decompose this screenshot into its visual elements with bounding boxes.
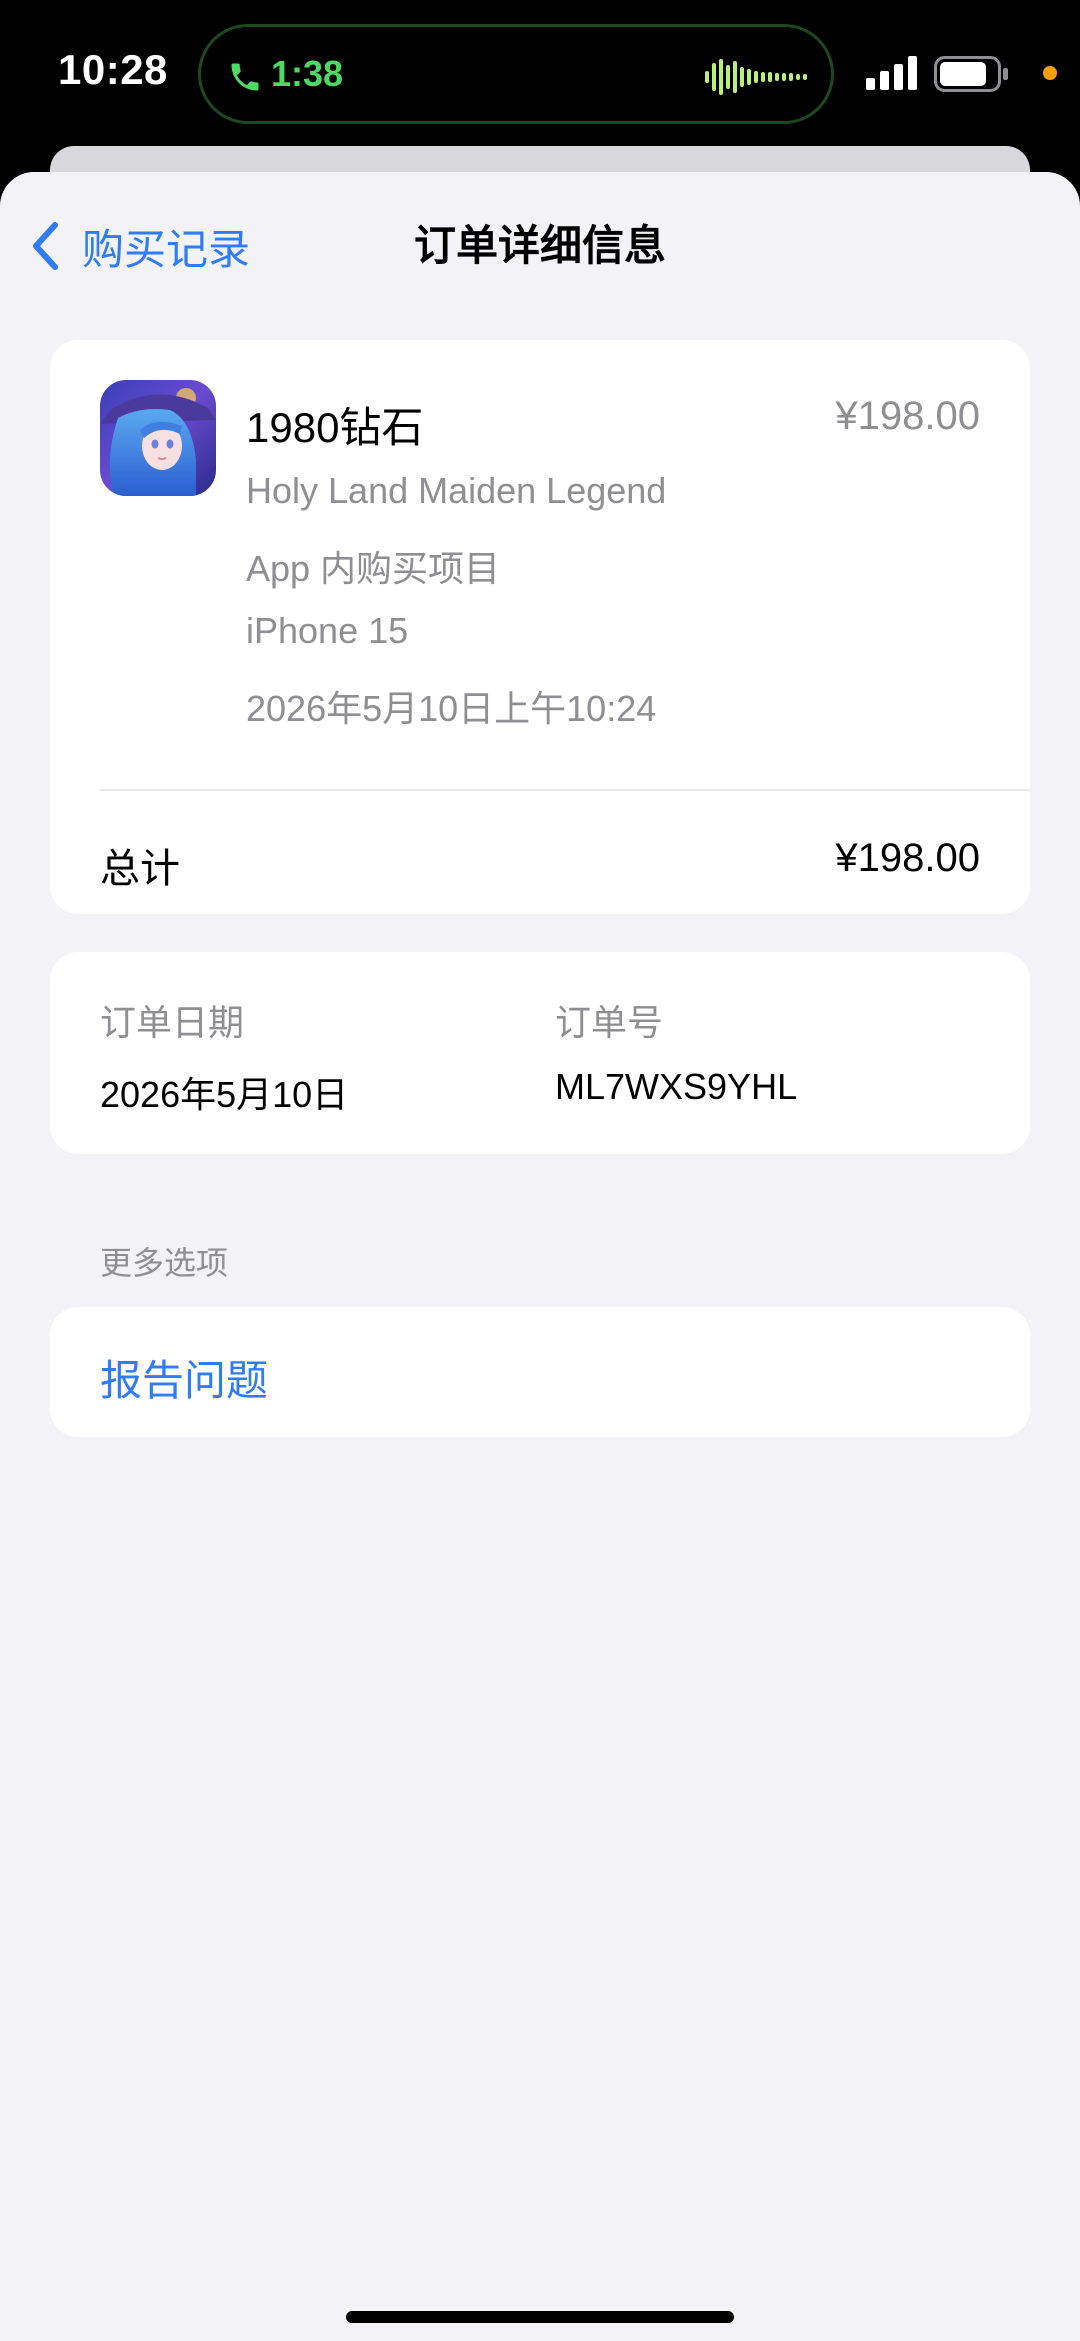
page-title: 订单详细信息 [413, 222, 666, 269]
battery-icon [934, 56, 1008, 92]
status-time: 10:28 [58, 46, 168, 93]
item-name: 1980钻石 [246, 404, 424, 451]
audio-waveform-icon [705, 59, 807, 95]
order-number-label: 订单号 [555, 1002, 664, 1043]
status-bar: 10:28 1:38 [0, 0, 1080, 150]
order-info-card: 订单日期 2026年5月10日 订单号 ML7WXS9YHL [50, 952, 1030, 1154]
order-number-value: ML7WXS9YHL [555, 1066, 798, 1107]
dynamic-island-call[interactable]: 1:38 [198, 24, 834, 124]
order-date-value: 2026年5月10日 [100, 1074, 349, 1115]
order-date-label: 订单日期 [100, 1002, 245, 1043]
total-value: ¥198.00 [835, 836, 980, 880]
divider [100, 789, 1030, 791]
app-icon[interactable] [100, 380, 216, 496]
home-indicator[interactable] [346, 2311, 734, 2323]
screen: 10:28 1:38 购买记录 订单详细信息 1980钻石 ¥198.00 Ho… [0, 0, 1080, 2341]
report-problem-card[interactable]: 报告问题 [50, 1307, 1030, 1437]
more-options-header: 更多选项 [100, 1245, 229, 1281]
purchase-datetime: 2026年5月10日上午10:24 [246, 688, 657, 729]
total-label: 总计 [100, 847, 180, 891]
purchase-item-card: 1980钻石 ¥198.00 Holy Land Maiden Legend A… [50, 340, 1030, 914]
report-problem-button[interactable]: 报告问题 [100, 1347, 268, 1408]
privacy-indicator-dot [1043, 66, 1057, 80]
purchase-type: App 内购买项目 [246, 548, 501, 589]
phone-icon [231, 63, 259, 91]
item-price: ¥198.00 [835, 394, 980, 438]
device-name: iPhone 15 [246, 610, 409, 651]
cellular-signal-icon [866, 56, 917, 90]
app-name: Holy Land Maiden Legend [246, 470, 667, 511]
call-duration: 1:38 [271, 53, 344, 94]
app-artwork-icon [100, 380, 216, 496]
order-detail-sheet: 购买记录 订单详细信息 1980钻石 ¥198.00 Holy Land Mai… [0, 172, 1080, 2341]
